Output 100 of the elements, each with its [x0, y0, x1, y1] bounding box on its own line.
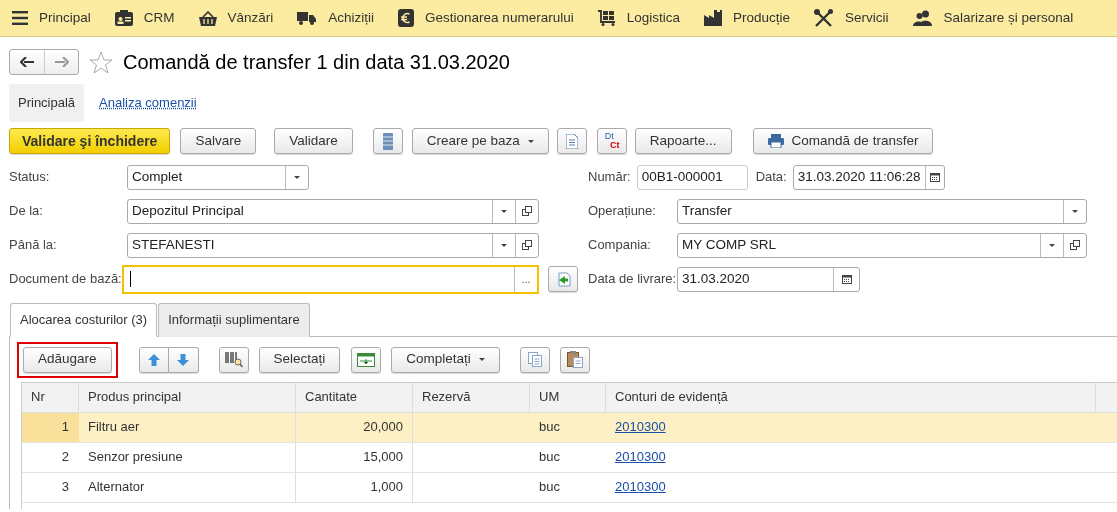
- table-cell: Senzor presiune: [79, 442, 296, 472]
- tab[interactable]: Informații suplimentare: [158, 303, 310, 337]
- dropdown-button[interactable]: Completați: [391, 346, 500, 373]
- menu-item[interactable]: CRM: [114, 7, 175, 29]
- dropdown-field[interactable]: STEFANESTI: [127, 232, 539, 258]
- menu-item[interactable]: Achiziții: [297, 7, 375, 29]
- down-arrow-icon: [177, 353, 190, 366]
- column-header[interactable]: Produs principal: [79, 382, 296, 412]
- menu-item[interactable]: Servicii: [814, 7, 889, 29]
- dropdown-button[interactable]: Creare pe baza: [411, 128, 549, 154]
- table-row[interactable]: 2 Senzor presiune 15,000 buc 2010300: [22, 442, 1117, 473]
- field-label: Data de livrare:: [588, 270, 677, 289]
- table-cell: 15,000: [296, 442, 413, 472]
- tab[interactable]: Alocarea costurilor (3): [10, 303, 158, 337]
- date-field[interactable]: 31.03.2020: [677, 266, 860, 292]
- menu-item[interactable]: Logistica: [597, 7, 680, 29]
- list-icon: [382, 132, 393, 150]
- calendar-icon: [929, 172, 940, 182]
- caret-icon: [501, 209, 507, 213]
- table-cell: Alternator: [79, 472, 296, 502]
- toolbar-button[interactable]: Validare: [274, 128, 353, 154]
- open-icon: [1070, 240, 1080, 250]
- table-row[interactable]: 1 Filtru aer 20,000 buc 2010300: [22, 412, 1117, 443]
- caret-icon: [478, 358, 485, 361]
- toolbar-button[interactable]: Rapoarte...: [634, 128, 732, 154]
- field-label: Număr:: [588, 168, 631, 187]
- table-row[interactable]: 3 Alternator 1,000 buc 2010300: [22, 472, 1117, 503]
- print-button[interactable]: Comandă de transfer: [752, 128, 934, 154]
- id-card-icon: [114, 10, 133, 26]
- column-header[interactable]: Rezervă: [413, 382, 530, 412]
- open-icon: [522, 206, 532, 216]
- document-icon: [565, 133, 578, 149]
- table-fill-icon: [357, 352, 376, 367]
- table-cell-text: buc: [538, 448, 561, 467]
- basket-icon: [198, 10, 217, 26]
- menu-item[interactable]: Salarizare și personal: [912, 7, 1074, 29]
- up-arrow-icon: [147, 353, 160, 366]
- account-link[interactable]: 2010300: [615, 477, 666, 497]
- window-title: Comandă de transfer 1 din data 31.03.2020: [123, 50, 510, 75]
- icon-button[interactable]: [351, 346, 382, 373]
- move-up-button[interactable]: [138, 346, 169, 373]
- account-link[interactable]: 2010300: [615, 417, 666, 437]
- menu-item[interactable]: Principal: [12, 7, 91, 29]
- dropdown-field[interactable]: Complet: [127, 164, 309, 190]
- menu-item[interactable]: Producție: [703, 7, 790, 29]
- menu-icon: [12, 11, 28, 25]
- table-cell: 1: [22, 412, 79, 442]
- field-label: Compania:: [588, 236, 652, 255]
- table-cell: Filtru aer: [79, 412, 296, 442]
- column-header[interactable]: UM: [530, 382, 606, 412]
- toolbar-button[interactable]: Salvare: [180, 128, 257, 154]
- copy-icon: [527, 352, 542, 367]
- factory-icon: [703, 10, 722, 26]
- printer-icon: [767, 134, 784, 148]
- post-and-close-button[interactable]: Validare şi închidere: [9, 128, 171, 154]
- forward-arrow-icon: [54, 57, 69, 67]
- document-arrow-icon: [555, 271, 571, 287]
- field-label: Document de bază:: [9, 270, 122, 289]
- table-cell-text: buc: [538, 418, 561, 437]
- dt-ct-button[interactable]: Dt Ct: [596, 128, 627, 154]
- icon-button[interactable]: [218, 346, 249, 373]
- column-header[interactable]: Conturi de evidență: [606, 382, 1096, 412]
- icon-button[interactable]: [548, 266, 578, 292]
- field-label: Operațiune:: [588, 202, 657, 221]
- caret-icon: [294, 175, 300, 179]
- caret-icon: [527, 139, 534, 143]
- input-field[interactable]: 00B1-000001: [636, 164, 748, 190]
- field-label: De la:: [9, 202, 44, 221]
- toolbar-button[interactable]: Adăugare: [23, 346, 112, 373]
- paste-icon: [566, 351, 583, 368]
- star-icon[interactable]: [89, 50, 113, 74]
- caret-icon: [1072, 209, 1078, 213]
- caret-icon: [1049, 243, 1055, 247]
- dropdown-field[interactable]: Transfer: [677, 198, 1087, 224]
- field-label: Status:: [9, 168, 51, 187]
- field-label: Data:: [755, 168, 787, 187]
- input-field[interactable]: ...: [122, 264, 539, 294]
- menu-item[interactable]: Vânzări: [198, 7, 274, 29]
- tools-icon: [814, 9, 834, 27]
- icon-button[interactable]: [372, 128, 403, 154]
- dropdown-field[interactable]: MY COMP SRL: [677, 232, 1087, 258]
- choose-button[interactable]: ...: [514, 266, 537, 292]
- table-cell-text: 2: [60, 448, 70, 467]
- table-cell-text: buc: [538, 478, 561, 497]
- table-cell: 20,000: [296, 412, 413, 442]
- menu-item[interactable]: Gestionarea numerarului: [398, 7, 574, 29]
- table-cell-text: 3: [60, 478, 70, 497]
- column-header[interactable]: Nr: [22, 382, 79, 412]
- date-field[interactable]: 31.03.2020 11:06:28: [792, 164, 945, 190]
- icon-button[interactable]: [559, 346, 590, 373]
- section-link[interactable]: Principală: [9, 84, 85, 122]
- column-header[interactable]: Cantitate: [296, 382, 413, 412]
- move-down-button[interactable]: [168, 346, 199, 373]
- caret-icon: [501, 243, 507, 247]
- dropdown-field[interactable]: Depozitul Principal: [127, 198, 539, 224]
- toolbar-button[interactable]: Selectați: [258, 346, 341, 373]
- back-arrow-icon: [20, 57, 34, 67]
- account-link[interactable]: 2010300: [615, 447, 666, 467]
- field-label: Până la:: [9, 236, 58, 255]
- section-link[interactable]: Analiza comenzii: [90, 84, 206, 122]
